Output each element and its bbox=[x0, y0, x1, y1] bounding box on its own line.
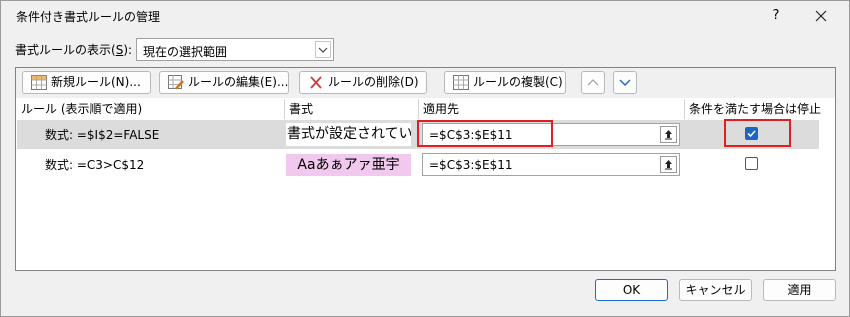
highlight-box bbox=[417, 120, 553, 147]
new-rule-button[interactable]: 新規ルール(N)... bbox=[22, 71, 151, 94]
cancel-button[interactable]: キャンセル bbox=[679, 279, 752, 301]
range-collapse-button[interactable] bbox=[660, 126, 677, 143]
show-rules-label-suffix: ): bbox=[123, 43, 133, 57]
edit-rule-icon bbox=[168, 75, 184, 90]
delete-rule-label: ルールの削除(D) bbox=[328, 75, 419, 89]
help-button[interactable]: ? bbox=[753, 2, 799, 30]
highlight-box bbox=[724, 119, 791, 147]
delete-x-icon bbox=[310, 76, 322, 89]
new-rule-icon bbox=[31, 75, 47, 90]
rules-panel: 新規ルール(N)... ルールの編集(E)... ルールの削除(D) ルールの複… bbox=[15, 67, 836, 271]
title-bar: 条件付き書式ルールの管理 ? bbox=[1, 1, 849, 31]
column-header-format: 書式 bbox=[289, 102, 314, 116]
applies-to-field[interactable]: =$C$3:$E$11 bbox=[422, 153, 680, 176]
column-divider bbox=[284, 99, 285, 119]
dialog-title: 条件付き書式ルールの管理 bbox=[16, 10, 161, 24]
apply-button[interactable]: 適用 bbox=[763, 279, 836, 301]
show-rules-label: 書式ルールの表示(S): bbox=[15, 41, 132, 58]
applies-to-value: =$C$3:$E$11 bbox=[429, 158, 513, 172]
move-up-icon bbox=[587, 79, 599, 86]
collapse-arrow-icon bbox=[665, 160, 672, 170]
delete-rule-button[interactable]: ルールの削除(D) bbox=[299, 71, 427, 94]
ok-button[interactable]: OK bbox=[595, 279, 668, 301]
range-collapse-button[interactable] bbox=[660, 156, 677, 173]
rule-condition: 数式: =C3>C$12 bbox=[45, 158, 145, 172]
edit-rule-button[interactable]: ルールの編集(E)... bbox=[159, 71, 289, 94]
chevron-down-icon[interactable] bbox=[315, 41, 331, 58]
format-preview: 書式が設定されていません bbox=[286, 123, 411, 146]
move-down-button[interactable] bbox=[613, 71, 637, 94]
close-button[interactable] bbox=[798, 2, 844, 30]
duplicate-rule-icon bbox=[453, 75, 469, 90]
rule-row[interactable]: 数式: =C3>C$12 Aaあぁアァ亜宇 =$C$3:$E$11 bbox=[17, 150, 819, 179]
move-down-icon bbox=[619, 79, 631, 87]
column-header-stop-if-true: 条件を満たす場合は停止 bbox=[689, 102, 822, 116]
new-rule-label: 新規ルール(N)... bbox=[51, 75, 141, 89]
rule-condition: 数式: =$I$2=FALSE bbox=[45, 128, 160, 142]
column-header-rule: ルール (表示順で適用) bbox=[21, 102, 143, 116]
rule-scope-value: 現在の選択範囲 bbox=[143, 45, 228, 59]
duplicate-rule-button[interactable]: ルールの複製(C) bbox=[444, 71, 566, 94]
duplicate-rule-label: ルールの複製(C) bbox=[473, 75, 563, 89]
move-up-button[interactable] bbox=[581, 71, 605, 94]
format-preview: Aaあぁアァ亜宇 bbox=[286, 154, 411, 176]
stop-if-true-checkbox[interactable] bbox=[745, 157, 758, 170]
collapse-arrow-icon bbox=[665, 130, 672, 140]
rule-scope-select[interactable]: 現在の選択範囲 bbox=[136, 38, 334, 61]
rules-toolbar: 新規ルール(N)... ルールの編集(E)... ルールの削除(D) ルールの複… bbox=[16, 68, 835, 98]
show-rules-label-prefix: 書式ルールの表示( bbox=[15, 43, 116, 57]
close-icon bbox=[815, 10, 827, 22]
column-divider bbox=[418, 99, 419, 119]
column-header-applies-to: 適用先 bbox=[423, 102, 460, 116]
edit-rule-label: ルールの編集(E)... bbox=[188, 75, 289, 89]
conditional-format-manager-dialog: 条件付き書式ルールの管理 ? 書式ルールの表示(S): 現在の選択範囲 新規ルー… bbox=[0, 0, 850, 317]
column-divider bbox=[684, 99, 685, 119]
